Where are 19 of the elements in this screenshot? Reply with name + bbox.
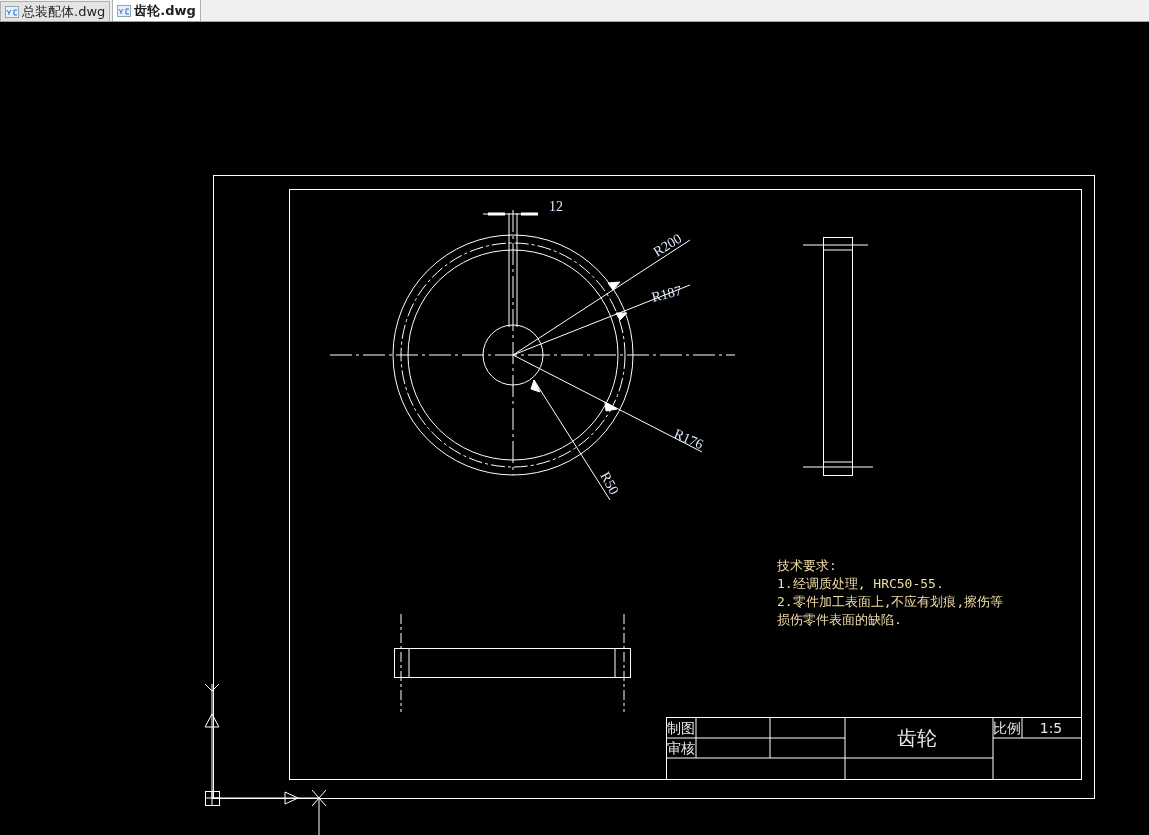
- requirement-text: 技术要求:: [777, 558, 837, 573]
- radius-label: R200: [650, 230, 685, 260]
- requirement-text: 损伤零件表面的缺陷.: [777, 612, 902, 627]
- dimension-text: 12: [549, 199, 563, 214]
- requirement-text: 1.经调质处理, HRC50-55.: [777, 576, 944, 591]
- title-block-label: 制图: [667, 720, 695, 736]
- radius-label: R50: [597, 469, 622, 497]
- requirement-text: 2.零件加工表面上,不应有划痕,擦伤等: [777, 594, 1004, 609]
- part-name: 齿轮: [897, 726, 937, 750]
- radius-label: R176: [671, 426, 706, 453]
- file-icon: [5, 5, 19, 18]
- title-block-label: 比例: [993, 720, 1021, 736]
- ucs-icon: [204, 683, 327, 835]
- scale-value: 1:5: [1039, 720, 1063, 736]
- radius-label: R187: [650, 283, 684, 305]
- title-block-label: 审核: [667, 740, 695, 756]
- file-icon: [117, 4, 132, 17]
- file-tab[interactable]: 总装配体.dwg: [0, 1, 111, 21]
- file-tab[interactable]: 齿轮.dwg: [112, 0, 201, 21]
